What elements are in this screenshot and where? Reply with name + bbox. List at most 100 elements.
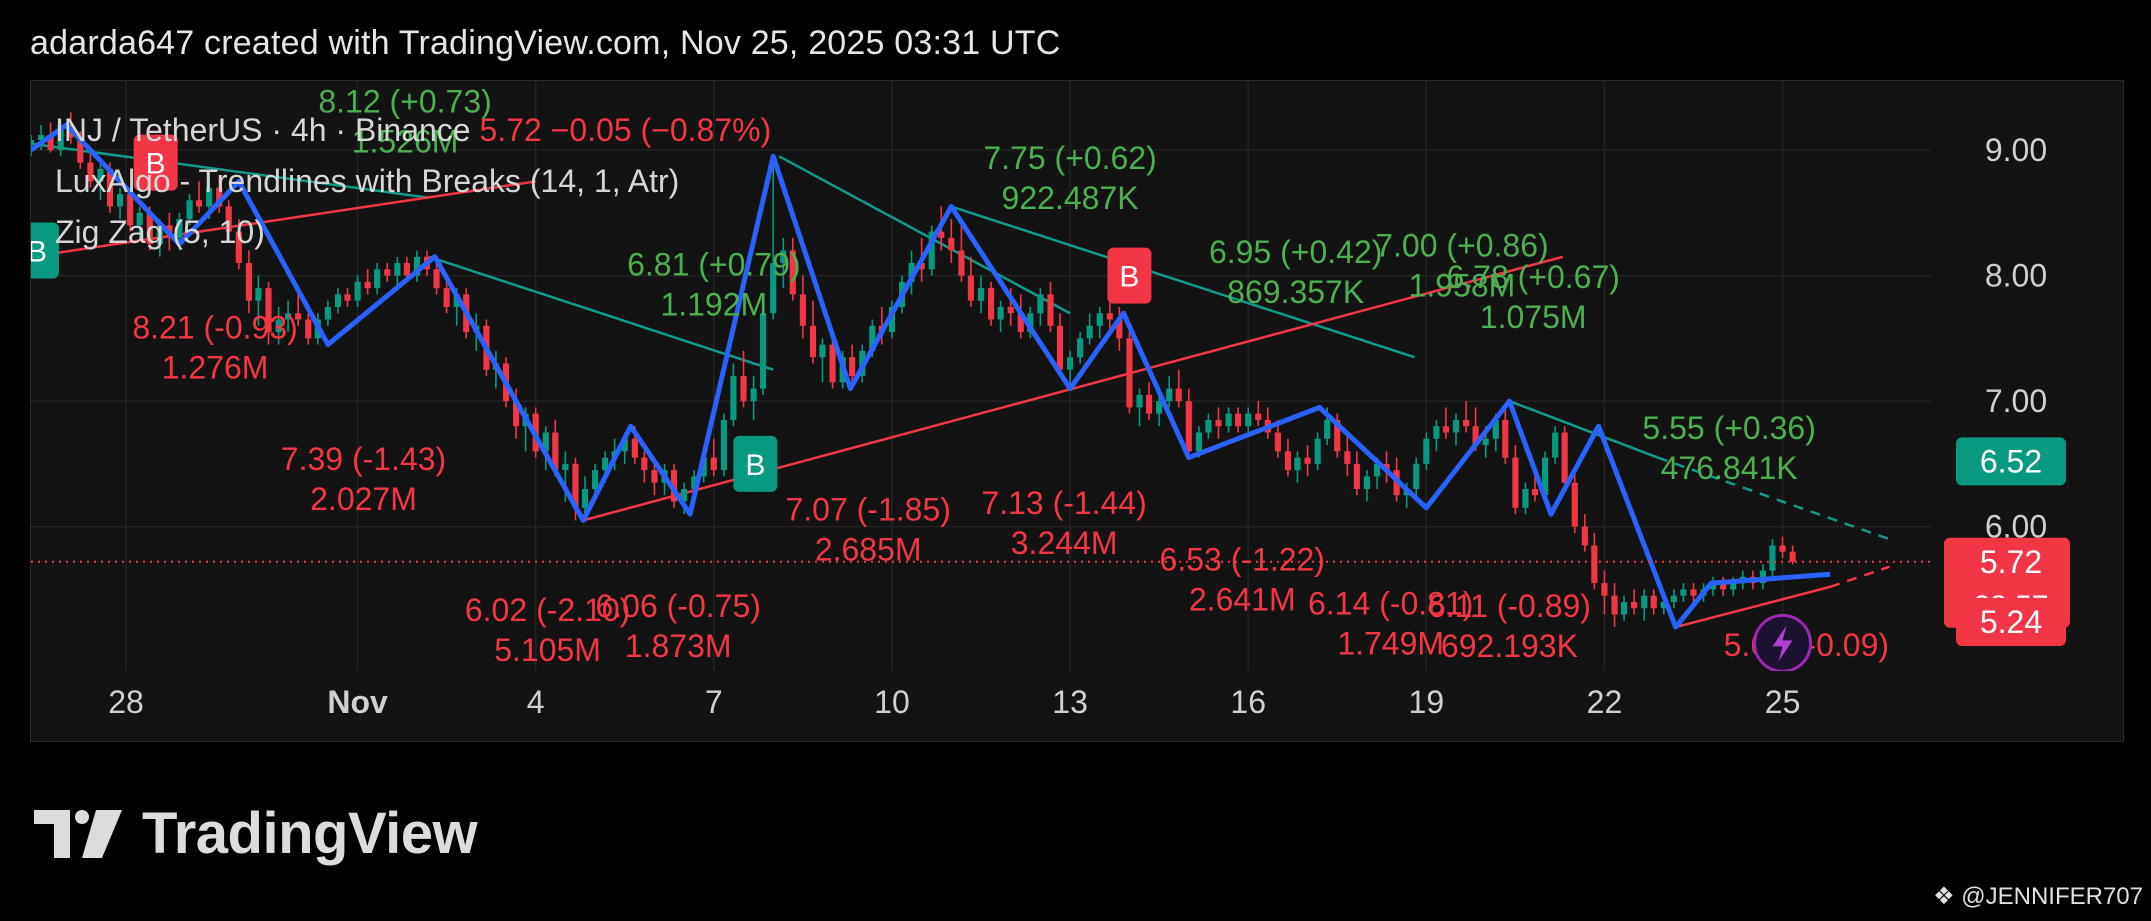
candle-body: [1442, 426, 1449, 433]
candle-body: [1581, 526, 1588, 546]
annotation-label: 5.55 (+0.36): [1642, 410, 1815, 446]
price-label-text: 5.24: [1980, 604, 2042, 640]
candle-body: [245, 263, 252, 301]
candle-body: [581, 488, 589, 508]
chart-panel[interactable]: 1.015M8.12 (+0.73)1.526M4.123M7.75 (+0.6…: [30, 80, 2124, 742]
support-trendline: [1675, 585, 1831, 629]
annotation-volume: 2.027M: [310, 481, 417, 517]
annotation-label: 6.11 (-0.89): [1428, 588, 1591, 624]
legend-indicator-trendlines[interactable]: LuxAlgo - Trendlines with Breaks (14, 1,…: [55, 156, 771, 207]
candle-body: [1779, 545, 1786, 552]
candle-body: [334, 294, 342, 307]
candle-body: [631, 438, 638, 458]
x-tick-label: 28: [108, 684, 144, 720]
tradingview-logo: TradingView: [34, 800, 478, 867]
annotation-volume: 1.873M: [625, 628, 732, 664]
candle-body: [1274, 432, 1281, 452]
annotation-volume: 922.487K: [1002, 180, 1139, 216]
candle-body: [394, 263, 401, 276]
candle-body: [1156, 401, 1163, 414]
candle-body: [730, 376, 737, 420]
candle-body: [1413, 463, 1420, 489]
candle-body: [1552, 432, 1559, 458]
candle-body: [1037, 294, 1044, 314]
candle-body: [710, 457, 717, 471]
candle-body: [255, 288, 262, 301]
candle-body: [1769, 545, 1776, 571]
x-tick-label: 22: [1587, 684, 1623, 720]
candle-body: [1522, 488, 1529, 508]
candle-body: [997, 306, 1004, 320]
legend-last-value: 5.72: [479, 112, 542, 148]
x-tick-label: 4: [527, 684, 545, 720]
annotation-label: 7.39 (-1.43): [281, 441, 446, 477]
annotation-volume: 1.749M: [1337, 626, 1444, 662]
candle-body: [1531, 488, 1539, 496]
candle-body: [1502, 419, 1509, 458]
x-tick-label: 10: [874, 684, 910, 720]
candle-body: [849, 357, 856, 376]
candle-body: [948, 237, 955, 251]
annotation-label: 6.53 (-1.22): [1160, 542, 1325, 578]
candle-body: [384, 269, 391, 276]
annotation-volume: 1.276M: [162, 349, 269, 385]
candle-body: [31, 140, 35, 144]
price-label-text: 5.72: [1980, 544, 2042, 580]
candle-body: [799, 294, 806, 326]
candle-body: [1225, 413, 1232, 427]
annotation-volume: 2.685M: [815, 531, 922, 567]
candle-body: [1096, 313, 1103, 326]
annotation-label: 8.21 (-0.93): [132, 309, 297, 345]
x-tick-label: 13: [1052, 684, 1088, 720]
annotation-volume: 476.841K: [1661, 450, 1798, 486]
y-tick-label: 8.00: [1985, 258, 2047, 294]
break-marker-label: B: [31, 235, 47, 268]
candle-body: [1601, 583, 1608, 596]
candle-body: [740, 376, 747, 402]
annotation-label: 6.78 (+0.67): [1446, 259, 1619, 295]
candle-body: [374, 269, 381, 289]
candle-body: [988, 288, 995, 320]
candle-body: [354, 281, 361, 301]
candle-body: [1641, 595, 1648, 609]
x-tick-label: 19: [1409, 684, 1445, 720]
candle-body: [1066, 357, 1074, 370]
break-marker-label: B: [745, 449, 765, 482]
candle-body: [1056, 325, 1064, 370]
candle-body: [433, 269, 440, 289]
candle-body: [403, 263, 410, 276]
candle-body: [1255, 413, 1262, 420]
legend-indicator-zigzag[interactable]: Zig Zag (5, 10): [55, 207, 771, 258]
candle-body: [1235, 413, 1242, 427]
candle-body: [958, 250, 965, 276]
watermark-text: @JENNIFER707: [1961, 883, 2143, 910]
annotation-volume: 1.075M: [1480, 299, 1587, 335]
candle-body: [1463, 419, 1470, 427]
annotation-label: 7.75 (+0.62): [983, 140, 1156, 176]
candle-body: [344, 294, 351, 301]
candle-body: [1304, 457, 1311, 464]
candle-body: [819, 344, 826, 358]
candle-body: [1631, 601, 1638, 609]
annotation-volume: 692.193K: [1441, 628, 1578, 664]
legend-symbol-row[interactable]: INJ / TetherUS · 4h · Binance 5.72 −0.05…: [55, 105, 771, 156]
annotation-label: 7.13 (-1.44): [981, 485, 1146, 521]
candle-body: [1007, 306, 1014, 314]
candle-body: [443, 288, 450, 307]
candle-body: [1166, 388, 1173, 402]
candle-body: [1106, 313, 1113, 320]
annotation-volume: 869.357K: [1227, 274, 1364, 310]
candle-body: [1670, 595, 1677, 602]
candle-body: [1789, 551, 1796, 562]
candle-body: [1611, 595, 1618, 615]
candle-body: [1620, 601, 1628, 615]
candle-body: [1482, 438, 1489, 446]
legend-symbol: INJ / TetherUS · 4h · Binance: [55, 112, 471, 148]
price-label-text: 6.52: [1980, 443, 2042, 479]
candle-body: [1185, 401, 1192, 452]
legend-change: −0.05 (−0.87%): [550, 112, 772, 148]
candle-body: [967, 275, 974, 301]
candle-body: [1452, 419, 1460, 433]
candle-body: [750, 388, 757, 402]
candle-body: [1077, 338, 1084, 358]
